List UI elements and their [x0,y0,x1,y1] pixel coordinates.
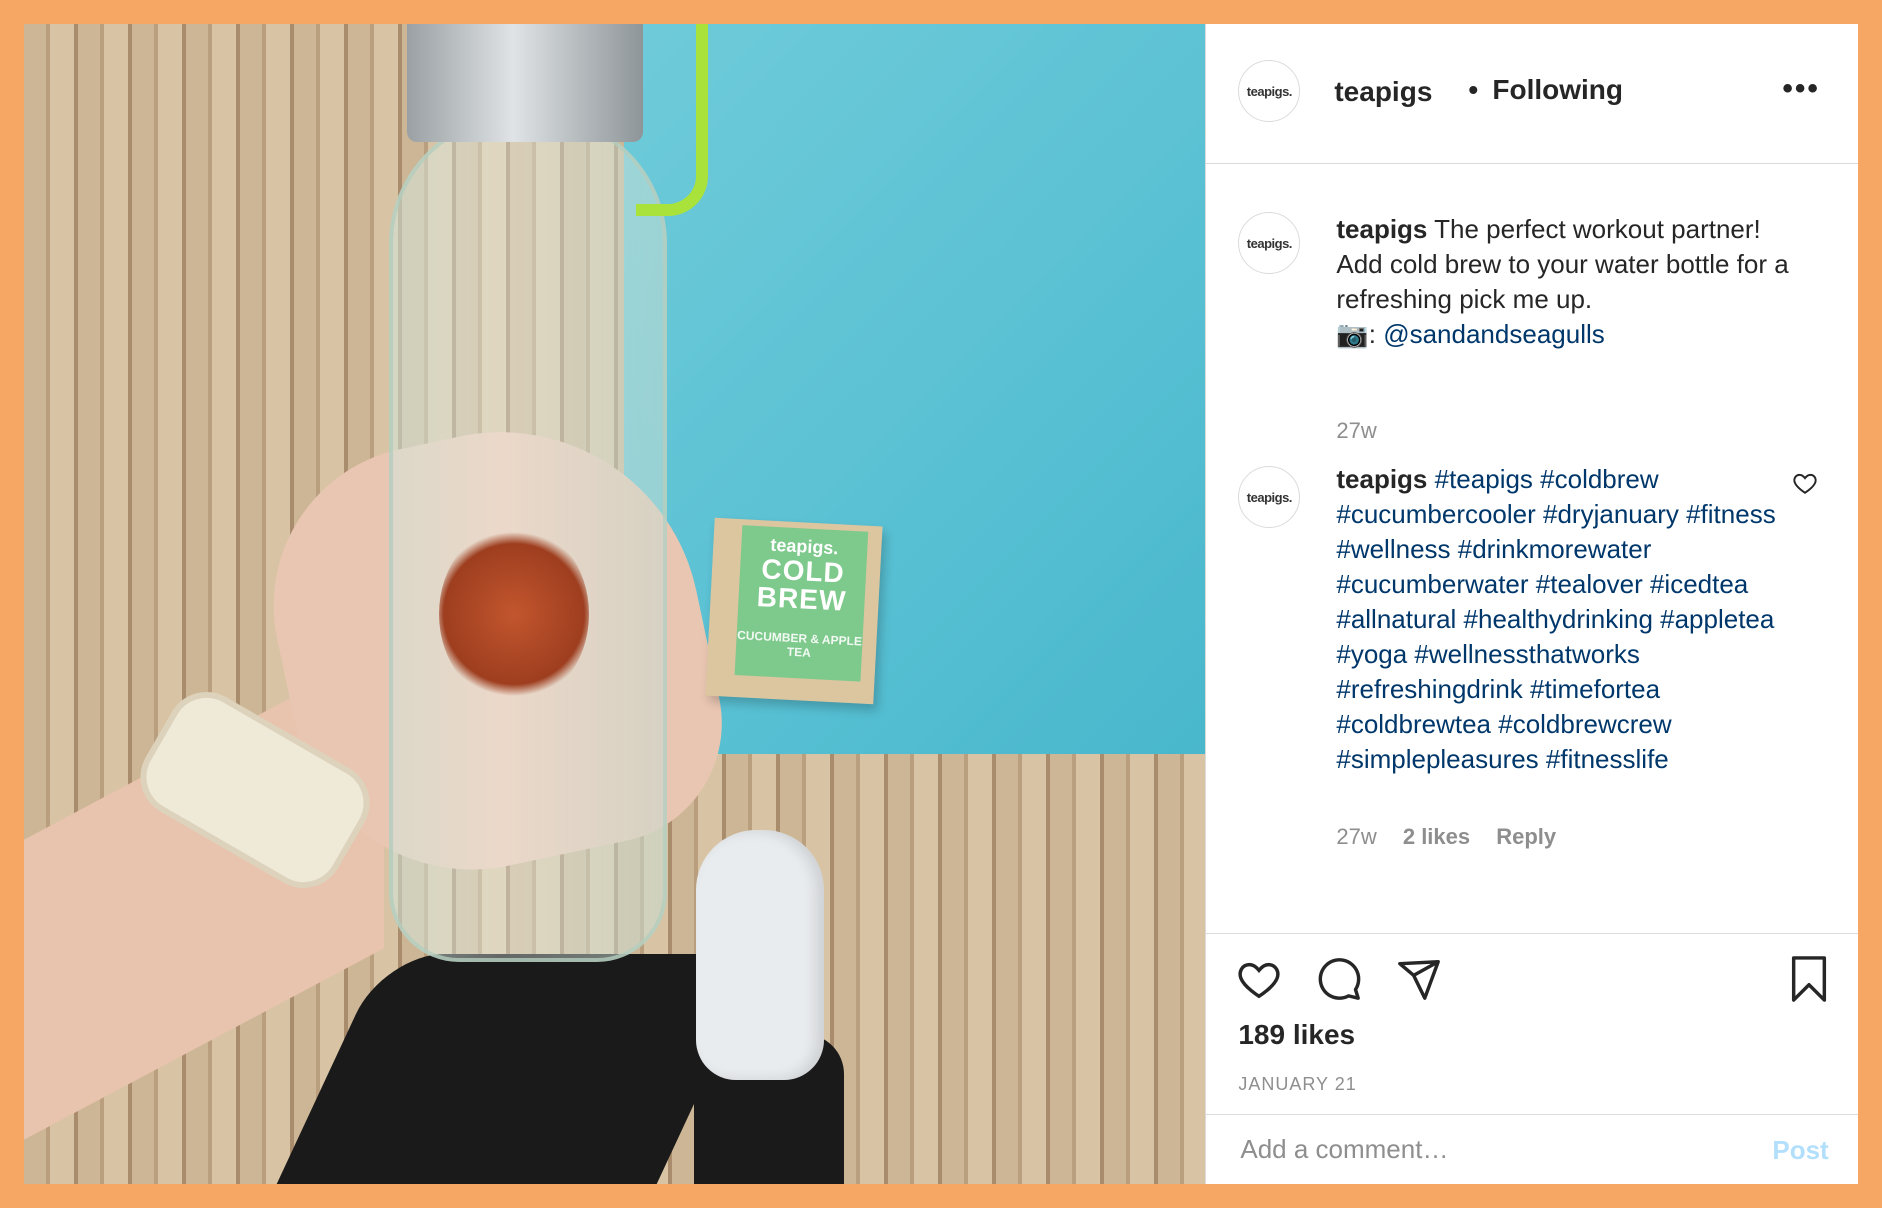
comment-input[interactable] [1238,1133,1743,1166]
tea-box-sub: CUCUMBER & APPLE TEA [736,628,863,660]
comment-likes[interactable]: 2 likes [1403,824,1470,849]
likes-count[interactable]: 189 likes [1238,1019,1355,1051]
caption-colon: : [1368,319,1376,349]
post-date[interactable]: JANUARY 21 [1238,1074,1356,1095]
comment-icon[interactable] [1316,956,1362,1002]
tea-box-label: teapigs. COLD BREW CUCUMBER & APPLE TEA [734,525,869,682]
post-button[interactable]: Post [1772,1135,1828,1166]
mention-link[interactable]: @sandandseagulls [1383,319,1605,349]
camera-icon: 📷 [1336,319,1369,349]
bottle-strap [636,24,708,216]
share-icon[interactable] [1396,956,1442,1002]
comment-time[interactable]: 27w [1336,824,1376,849]
header-username[interactable]: teapigs [1334,76,1432,108]
following-button[interactable]: Following [1492,74,1623,106]
caption-username[interactable]: teapigs [1336,214,1427,244]
comments-section: teapigs. teapigs The perfect workout par… [1206,164,1858,934]
tea-box-line2: BREW [756,581,848,617]
leg-left [244,954,764,1184]
caption-text: teapigs The perfect workout partner! Add… [1336,212,1806,352]
bottle-cap [407,24,643,142]
separator-dot: • [1468,74,1479,105]
comment-username[interactable]: teapigs [1336,464,1427,494]
hashtag-links[interactable]: #teapigs #coldbrew #cucumbercooler #dryj… [1336,464,1775,774]
comment-avatar[interactable]: teapigs. [1238,466,1301,528]
post-side-panel: teapigs. teapigs • Following ••• teapigs… [1205,24,1859,1185]
action-bar: 189 likes JANUARY 21 [1206,933,1859,1094]
caption-time[interactable]: 27w [1336,418,1376,444]
caption-avatar[interactable]: teapigs. [1238,212,1301,274]
more-options-icon[interactable]: ••• [1782,72,1820,106]
reply-button[interactable]: Reply [1496,824,1556,849]
tea-box: teapigs. COLD BREW CUCUMBER & APPLE TEA [705,517,883,705]
comment-meta: 27w 2 likes Reply [1336,824,1576,850]
avatar[interactable]: teapigs. [1238,60,1301,122]
sneaker [696,830,824,1080]
comment-like-icon[interactable] [1792,470,1818,496]
heart-icon[interactable] [1236,956,1282,1002]
post-frame: teapigs. COLD BREW CUCUMBER & APPLE TEA … [24,24,1859,1185]
comment-form: Post [1206,1114,1859,1185]
post-photo[interactable]: teapigs. COLD BREW CUCUMBER & APPLE TEA [24,24,1206,1184]
hashtag-text: teapigs #teapigs #coldbrew #cucumbercool… [1336,462,1776,777]
tea-leaves [439,524,589,704]
post-header: teapigs. teapigs • Following ••• [1206,24,1858,164]
bookmark-icon[interactable] [1786,954,1832,1004]
